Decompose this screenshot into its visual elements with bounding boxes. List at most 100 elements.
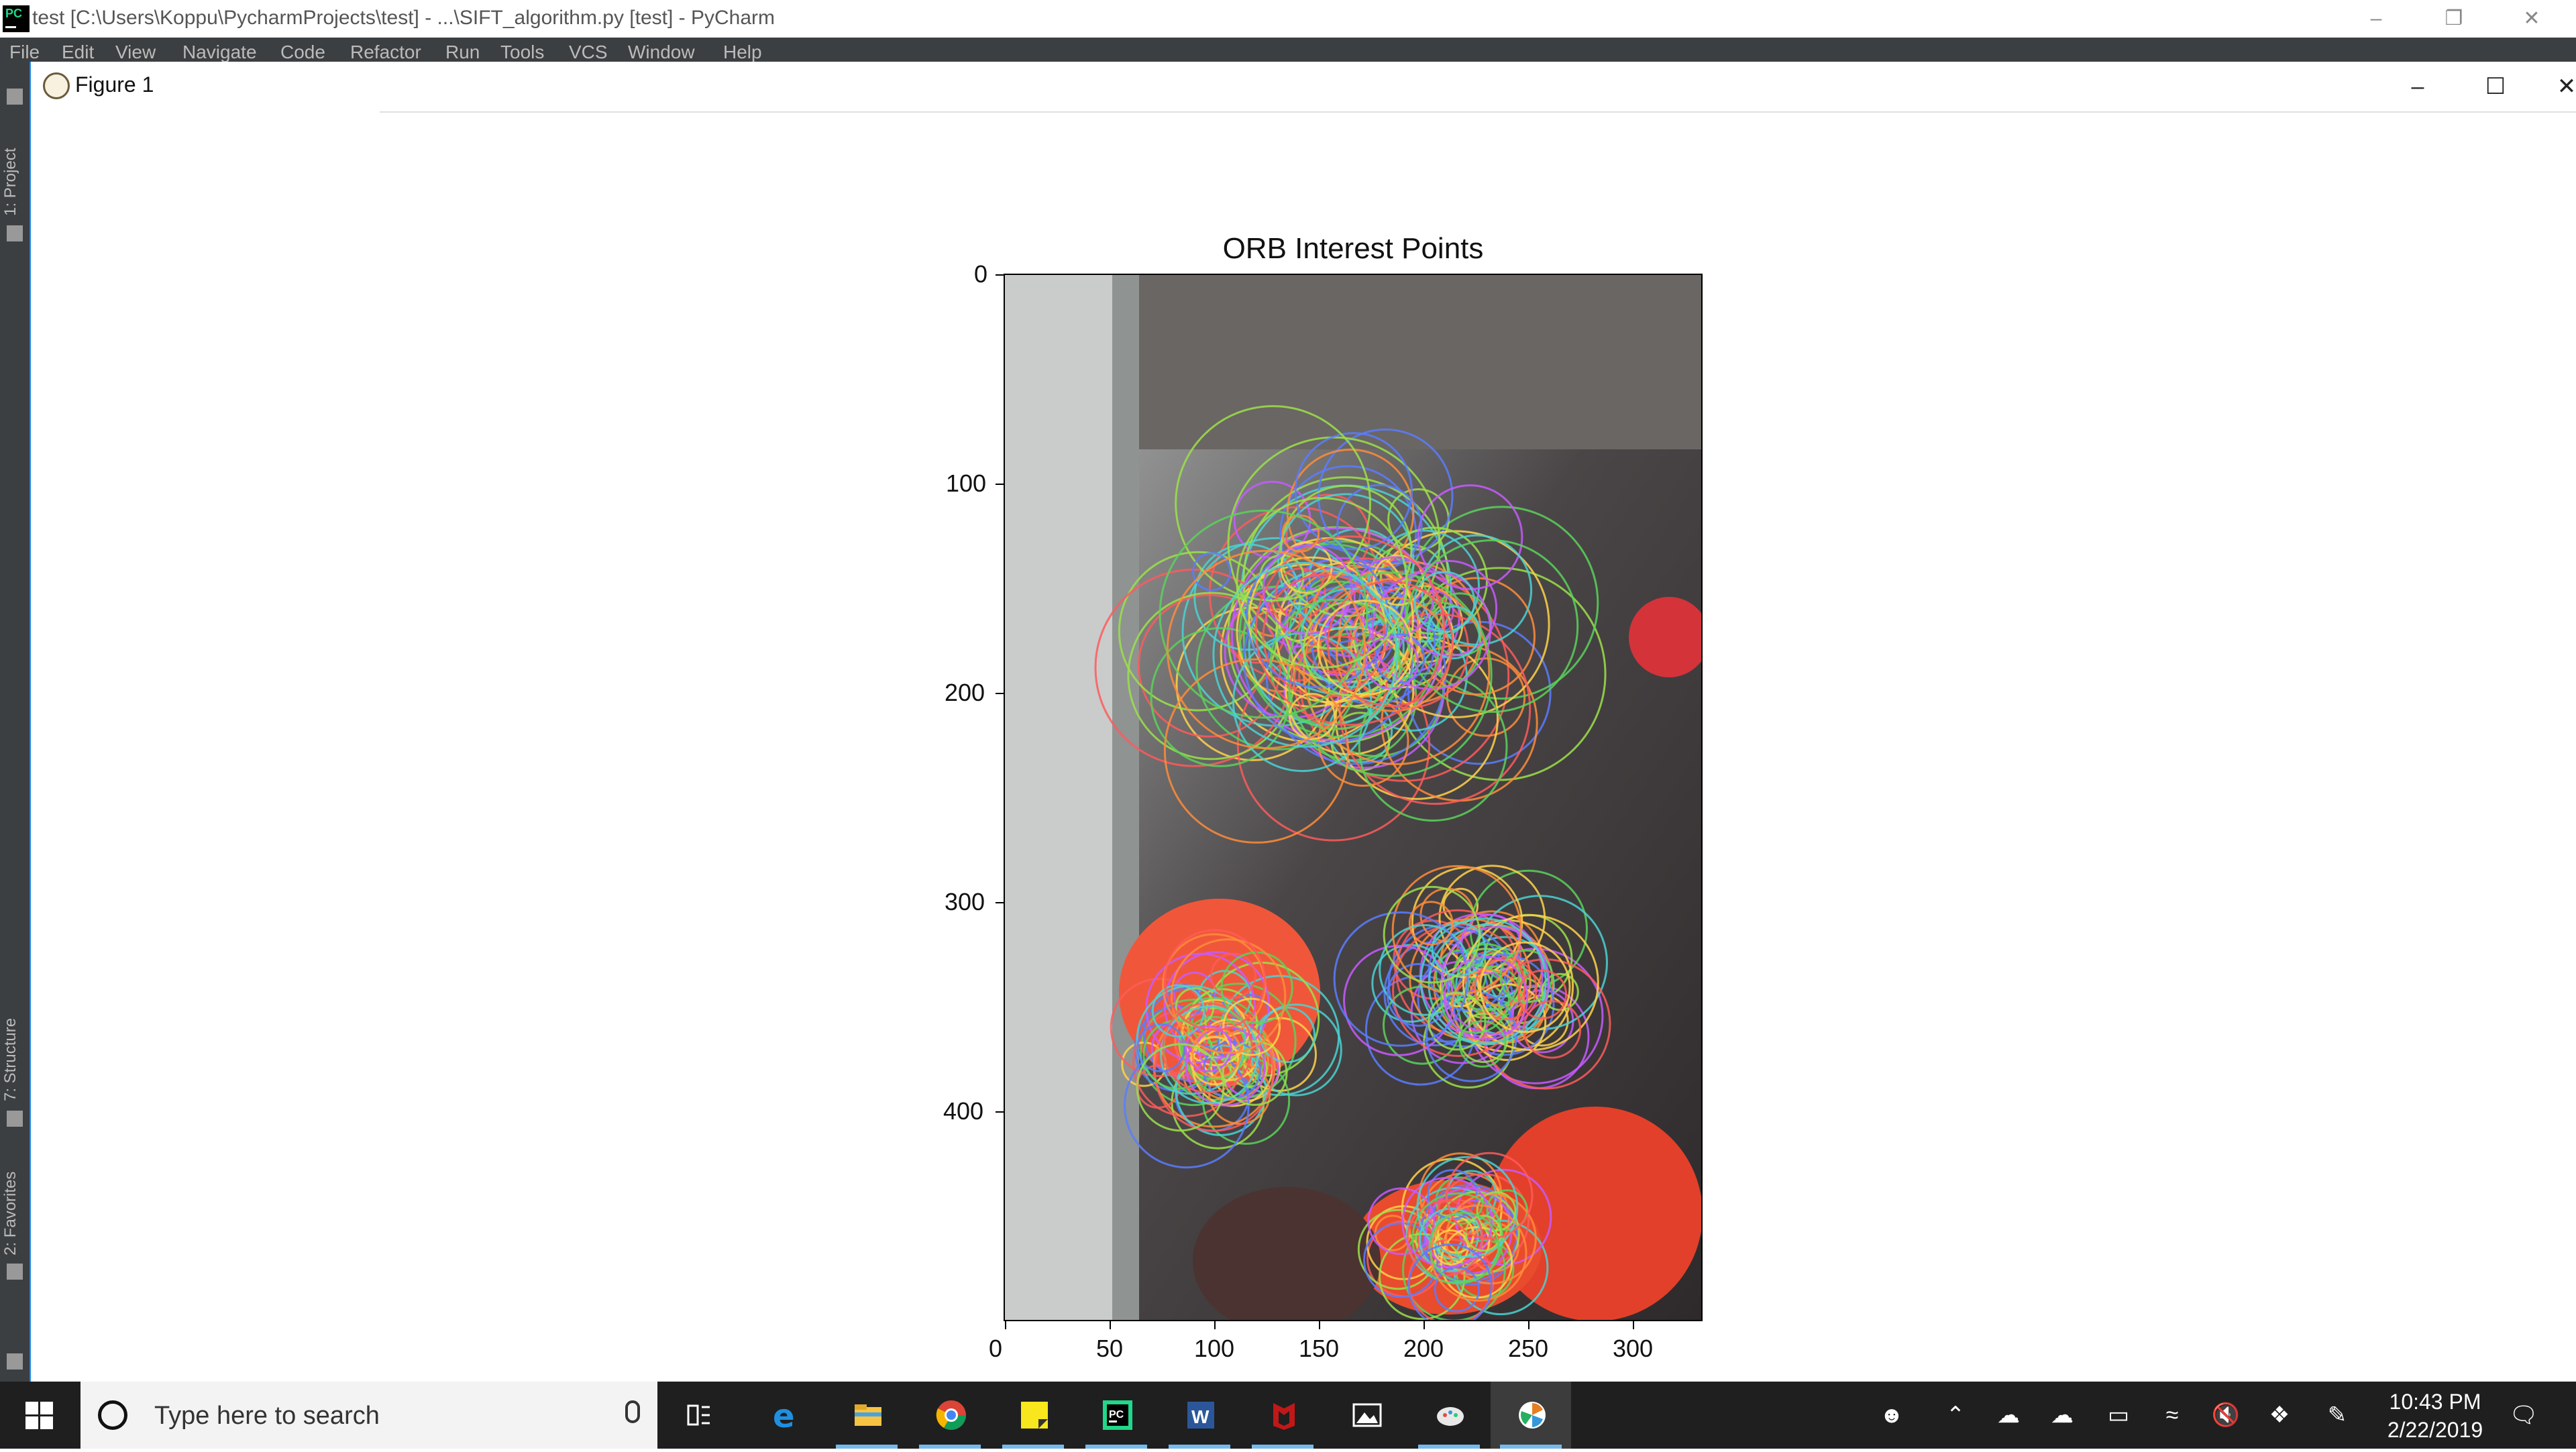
chrome-active (919, 1445, 981, 1449)
y-tick-label: 0 (974, 260, 988, 288)
star-icon (7, 1264, 23, 1280)
project-tool-icon[interactable] (7, 89, 23, 105)
pen-icon[interactable]: ✎ (2318, 1382, 2356, 1449)
y-tick-mark (996, 1111, 1004, 1113)
pycharm-active (1085, 1445, 1147, 1449)
matplotlib-icon (43, 72, 70, 99)
figure-minimize-icon[interactable]: – (2384, 70, 2451, 103)
figure-close-icon[interactable]: ✕ (2533, 70, 2576, 103)
clock-date[interactable]: 2/22/2019 (2375, 1418, 2496, 1443)
pycharm-taskbar-icon[interactable]: PC (1076, 1382, 1157, 1449)
x-tick-label: 100 (1194, 1335, 1235, 1362)
x-tick-label: 250 (1508, 1335, 1549, 1362)
clock-time[interactable]: 10:43 PM (2381, 1390, 2489, 1414)
file-explorer-icon[interactable] (826, 1382, 907, 1449)
taskbar: Type here to search e PC W ☻ ⌃ ☁ ☁ ▭ ≈ 🔇… (0, 1382, 2576, 1449)
figure-titlebar: Figure 1 – ☐ ✕ (31, 62, 2576, 113)
x-tick-mark (1005, 1321, 1006, 1329)
dropbox-icon[interactable]: ❖ (2261, 1382, 2298, 1449)
mcafee-icon[interactable] (1242, 1382, 1323, 1449)
onedrive-business-icon[interactable]: ☁ (2043, 1382, 2081, 1449)
y-tick-mark (996, 484, 1004, 485)
side-tab-structure[interactable]: 7: Structure (1, 1018, 20, 1101)
chevron-up-icon[interactable]: ⌃ (1939, 1382, 1972, 1449)
x-tick-label: 0 (989, 1335, 1003, 1362)
x-tick-label: 150 (1299, 1335, 1340, 1362)
side-tab-project[interactable]: 1: Project (1, 148, 20, 216)
word-icon[interactable]: W (1159, 1382, 1240, 1449)
microphone-icon[interactable] (625, 1400, 640, 1423)
cortana-icon (98, 1400, 127, 1430)
svg-text:PC: PC (1109, 1409, 1124, 1420)
file-explorer-active (836, 1445, 898, 1449)
y-tick-mark (996, 274, 1004, 276)
word-active (1169, 1445, 1230, 1449)
windows-start-icon[interactable] (0, 1382, 80, 1449)
battery-icon[interactable]: ▭ (2100, 1382, 2137, 1449)
svg-text:W: W (1191, 1406, 1210, 1427)
x-tick-mark (1110, 1321, 1111, 1329)
edge-icon[interactable]: e (743, 1382, 824, 1449)
ide-titlebar: PC test [C:\Users\Koppu\PycharmProjects\… (0, 0, 2576, 38)
menu-code[interactable]: Code (280, 42, 325, 63)
taskbar-search[interactable]: Type here to search (80, 1382, 657, 1449)
orb-image (1005, 275, 1701, 1320)
menu-window[interactable]: Window (628, 42, 695, 63)
menu-refactor[interactable]: Refactor (350, 42, 421, 63)
matplotlib-taskbar-icon[interactable] (1491, 1382, 1571, 1449)
ide-menubar: File Edit View Navigate Code Refactor Ru… (0, 38, 2576, 62)
onedrive-icon[interactable]: ☁ (1990, 1382, 2027, 1449)
menu-run[interactable]: Run (445, 42, 480, 63)
mcafee-active (1252, 1445, 1313, 1449)
wifi-icon[interactable]: ≈ (2153, 1382, 2191, 1449)
x-tick-mark (1424, 1321, 1425, 1329)
x-tick-mark (1319, 1321, 1320, 1329)
figure-divider (380, 111, 2576, 113)
figure-maximize-icon[interactable]: ☐ (2462, 70, 2529, 103)
y-tick-label: 400 (943, 1097, 984, 1125)
ide-tool-strip: 1: Project 7: Structure 2: Favorites (0, 62, 30, 1382)
side-tab-favorites[interactable]: 2: Favorites (1, 1172, 20, 1255)
y-tick-mark (996, 902, 1004, 903)
x-tick-label: 300 (1613, 1335, 1654, 1362)
task-view-icon[interactable] (657, 1382, 738, 1449)
structure-icon (7, 1111, 23, 1127)
restore-icon[interactable]: ❐ (2415, 0, 2493, 38)
menu-edit[interactable]: Edit (62, 42, 94, 63)
x-tick-label: 200 (1403, 1335, 1444, 1362)
x-tick-mark (1633, 1321, 1634, 1329)
figure-title: Figure 1 (75, 72, 154, 97)
menu-navigate[interactable]: Navigate (182, 42, 257, 63)
sticky-notes-active (1002, 1445, 1064, 1449)
close-icon[interactable]: ✕ (2493, 0, 2571, 38)
y-tick-label: 300 (945, 888, 985, 915)
people-icon[interactable]: ☻ (1872, 1382, 1912, 1449)
x-tick-mark (1528, 1321, 1529, 1329)
paint3d-icon[interactable] (1409, 1382, 1489, 1449)
minimize-icon[interactable]: – (2337, 0, 2415, 38)
x-tick-mark (1214, 1321, 1216, 1329)
menu-vcs[interactable]: VCS (569, 42, 608, 63)
panel-icon[interactable] (7, 1353, 23, 1370)
menu-view[interactable]: View (115, 42, 156, 63)
svg-text:e: e (773, 1399, 795, 1431)
folder-icon (7, 225, 23, 241)
y-tick-mark (996, 693, 1004, 694)
photo-top (1139, 275, 1701, 449)
notifications-icon[interactable]: 🗨 (2504, 1382, 2544, 1449)
menu-help[interactable]: Help (723, 42, 762, 63)
plot-area (1004, 274, 1703, 1321)
sticky-notes-icon[interactable] (993, 1382, 1073, 1449)
chart-title: ORB Interest Points (1222, 232, 1484, 265)
menu-tools[interactable]: Tools (500, 42, 544, 63)
chrome-icon[interactable] (910, 1382, 990, 1449)
photos-icon[interactable] (1326, 1382, 1406, 1449)
ide-window-title: test [C:\Users\Koppu\PycharmProjects\tes… (32, 7, 775, 29)
y-tick-label: 100 (946, 469, 987, 497)
x-tick-label: 50 (1096, 1335, 1124, 1362)
paint3d-active (1418, 1445, 1480, 1449)
menu-file[interactable]: File (9, 42, 40, 63)
pycharm-logo-icon: PC (3, 5, 30, 32)
volume-muted-icon[interactable]: 🔇 (2207, 1382, 2245, 1449)
matplotlib-active (1500, 1445, 1562, 1449)
